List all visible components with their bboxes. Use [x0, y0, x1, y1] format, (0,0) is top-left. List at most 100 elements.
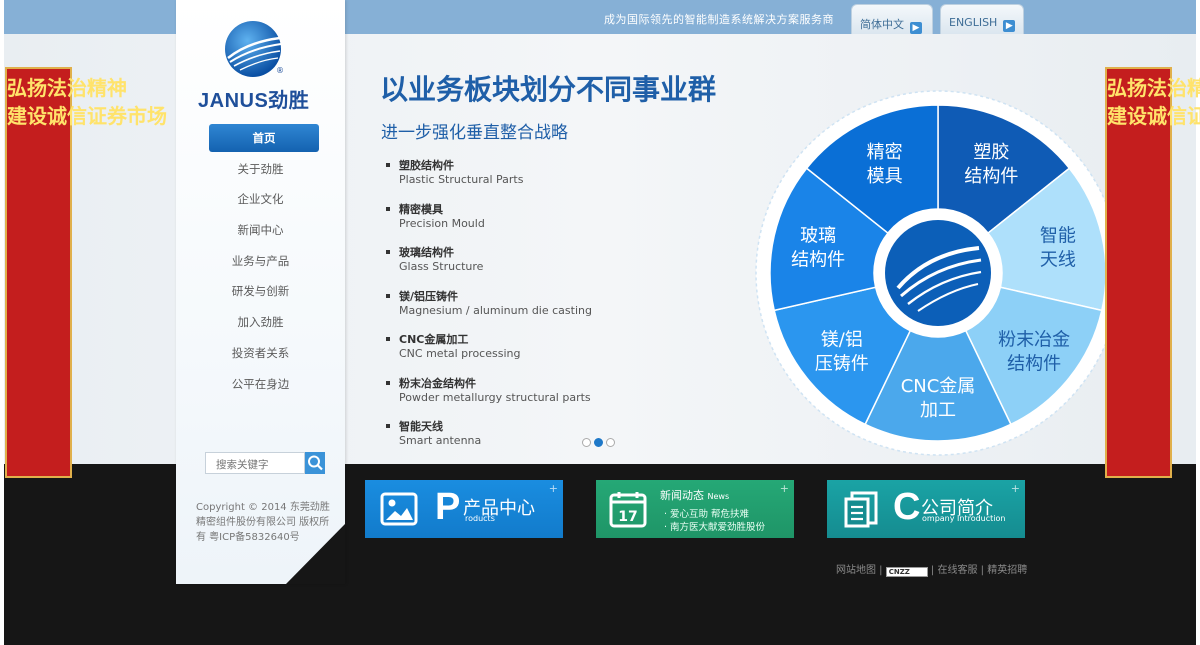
- search-icon: [308, 455, 323, 471]
- item-en: Glass Structure: [399, 260, 484, 273]
- item-cn: 玻璃结构件: [399, 246, 454, 259]
- pager-dot[interactable]: [606, 438, 615, 447]
- left-banner: 弘扬法治精神 建设诚信证券市场: [5, 67, 167, 478]
- about-subtitle: ompany Introduction: [922, 514, 1006, 523]
- nav-item-rnd[interactable]: 研发与创新: [176, 277, 345, 308]
- lang-english-label: ENGLISH: [949, 16, 998, 29]
- business-wheel: 塑胶结构件智能天线粉末冶金结构件CNC金属加工镁/铝压铸件玻璃结构件精密模具: [755, 90, 1121, 456]
- item-en: Smart antenna: [399, 434, 482, 447]
- bullet-icon: [386, 380, 390, 385]
- item-en: Powder metallurgy structural parts: [399, 390, 591, 404]
- sitemap-link[interactable]: 网站地图: [836, 565, 876, 576]
- list-item: 粉末冶金结构件 Powder metallurgy structural part…: [386, 376, 592, 420]
- lang-english-tab[interactable]: ENGLISH ▶: [940, 4, 1024, 34]
- logo-registered-mark: ®: [276, 66, 284, 75]
- list-item: 智能天线 Smart antenna: [386, 419, 592, 463]
- list-item: 镁/铝压铸件 Magnesium / aluminum die casting: [386, 289, 592, 333]
- about-block[interactable]: C 公司简介 ompany Introduction +: [827, 480, 1025, 538]
- plus-icon: +: [548, 482, 558, 495]
- list-item: 玻璃结构件 Glass Structure: [386, 245, 592, 289]
- main-nav: 首页 关于劲胜 企业文化 新闻中心 业务与产品 研发与创新 加入劲胜 投资者关系…: [176, 124, 345, 400]
- item-cn: 塑胶结构件: [399, 159, 454, 172]
- list-item: 精密模具 Precision Mould: [386, 202, 592, 246]
- chevron-right-icon: ▶: [1003, 20, 1016, 32]
- wheel-segment-label: 结构件: [1007, 354, 1061, 375]
- news-title-cn: 新闻动态: [660, 489, 704, 502]
- about-letter: C: [893, 486, 921, 528]
- chevron-right-icon: ▶: [910, 22, 922, 34]
- jobs-link[interactable]: 精英招聘: [987, 565, 1027, 576]
- products-block[interactable]: P 产品中心 roducts +: [365, 480, 563, 538]
- wheel-segment-label: 玻璃: [800, 226, 836, 247]
- footer-links: 网站地图 | CNZZ | 在线客服 | 精英招聘: [836, 565, 1028, 577]
- cnzz-badge[interactable]: CNZZ: [885, 567, 928, 577]
- plus-icon: +: [779, 482, 789, 495]
- nav-item-fairness[interactable]: 公平在身边: [176, 370, 345, 401]
- plus-icon: +: [1010, 482, 1020, 495]
- wheel-segment-label: 精密: [867, 142, 903, 163]
- list-item: 塑胶结构件 Plastic Structural Parts: [386, 158, 592, 202]
- wheel-segment-label: 智能: [1040, 226, 1076, 247]
- wheel-segment-label: 模具: [867, 166, 903, 187]
- wheel-segment-label: 结构件: [964, 166, 1018, 187]
- item-en: Precision Mould: [399, 216, 485, 230]
- item-en: CNC metal processing: [399, 347, 521, 360]
- pager-dot-active[interactable]: [594, 438, 603, 447]
- lang-chinese-label: 简体中文: [860, 18, 904, 31]
- document-icon: [844, 491, 878, 528]
- search-button[interactable]: [305, 452, 325, 474]
- lang-chinese-tab[interactable]: 简体中文 ▶: [851, 4, 933, 34]
- nav-item-culture[interactable]: 企业文化: [176, 185, 345, 216]
- logo-text: JANUS劲胜: [198, 90, 310, 112]
- bullet-icon: [386, 424, 390, 428]
- bullet-icon: [386, 163, 390, 167]
- nav-item-about[interactable]: 关于劲胜: [176, 155, 345, 186]
- nav-item-careers[interactable]: 加入劲胜: [176, 308, 345, 339]
- page-subtitle: 进一步强化垂直整合战略: [381, 123, 568, 143]
- wheel-segment-label: 塑胶: [973, 142, 1009, 163]
- sidebar: ® JANUS劲胜 首页 关于劲胜 企业文化 新闻中心 业务与产品 研发与创新 …: [176, 0, 345, 584]
- wheel-segment-label: 加工: [920, 400, 956, 421]
- pager-dot[interactable]: [582, 438, 591, 447]
- item-cn: 粉末冶金结构件: [399, 376, 476, 390]
- news-link-1[interactable]: · 爱心互助 帮危扶难: [664, 506, 749, 520]
- wheel-segment-label: 结构件: [791, 250, 845, 271]
- products-letter: P: [435, 486, 461, 528]
- banner-text: 弘扬法治精神 建设诚信证券市场: [7, 76, 167, 128]
- calendar-icon: 17: [609, 492, 647, 528]
- wheel-segment-label: 镁/铝: [821, 330, 863, 351]
- news-title-en: News: [707, 492, 730, 501]
- bullet-icon: [386, 206, 390, 211]
- nav-item-home[interactable]: 首页: [209, 124, 319, 152]
- header-slogan: 成为国际领先的智能制造系统解决方案服务商: [604, 13, 834, 26]
- right-banner: 弘扬法治精神 建设诚信证券市场: [1105, 67, 1200, 478]
- svg-text:17: 17: [618, 509, 637, 525]
- online-service-link[interactable]: 在线客服: [937, 565, 977, 576]
- item-cn: 智能天线: [399, 420, 443, 433]
- list-item: CNC金属加工 CNC metal processing: [386, 332, 592, 376]
- wheel-segment-label: 压铸件: [815, 354, 869, 375]
- news-link-2[interactable]: · 南方医大献爱劲胜股份: [664, 519, 765, 533]
- nav-item-investors[interactable]: 投资者关系: [176, 339, 345, 370]
- news-block[interactable]: 17 新闻动态 News · 爱心互助 帮危扶难 · 南方医大献爱劲胜股份 +: [596, 480, 794, 538]
- page-title: 以业务板块划分不同事业群: [380, 73, 717, 106]
- search-input[interactable]: [205, 452, 305, 474]
- business-list: 塑胶结构件 Plastic Structural Parts 精密模具 Precis…: [386, 158, 592, 463]
- image-icon: [380, 492, 418, 526]
- banner-text: 弘扬法治精神 建设诚信证券市场: [1107, 76, 1200, 128]
- item-en: Magnesium / aluminum die casting: [399, 303, 592, 317]
- bullet-icon: [386, 250, 390, 254]
- page: 成为国际领先的智能制造系统解决方案服务商 简体中文 ▶ ENGLISH ▶ ®: [0, 0, 1200, 645]
- wheel-segment-label: CNC金属: [901, 376, 976, 397]
- page-fold-decoration: [286, 524, 345, 584]
- bullet-icon: [386, 293, 390, 298]
- nav-item-news[interactable]: 新闻中心: [176, 216, 345, 247]
- item-cn: 精密模具: [399, 202, 443, 216]
- wheel-segment-label: 天线: [1040, 250, 1076, 271]
- news-title: 新闻动态 News: [660, 487, 729, 503]
- bullet-icon: [386, 337, 390, 341]
- item-cn: 镁/铝压铸件: [399, 289, 459, 303]
- item-cn: CNC金属加工: [399, 333, 469, 346]
- nav-item-business[interactable]: 业务与产品: [176, 247, 345, 278]
- item-en: Plastic Structural Parts: [399, 173, 524, 186]
